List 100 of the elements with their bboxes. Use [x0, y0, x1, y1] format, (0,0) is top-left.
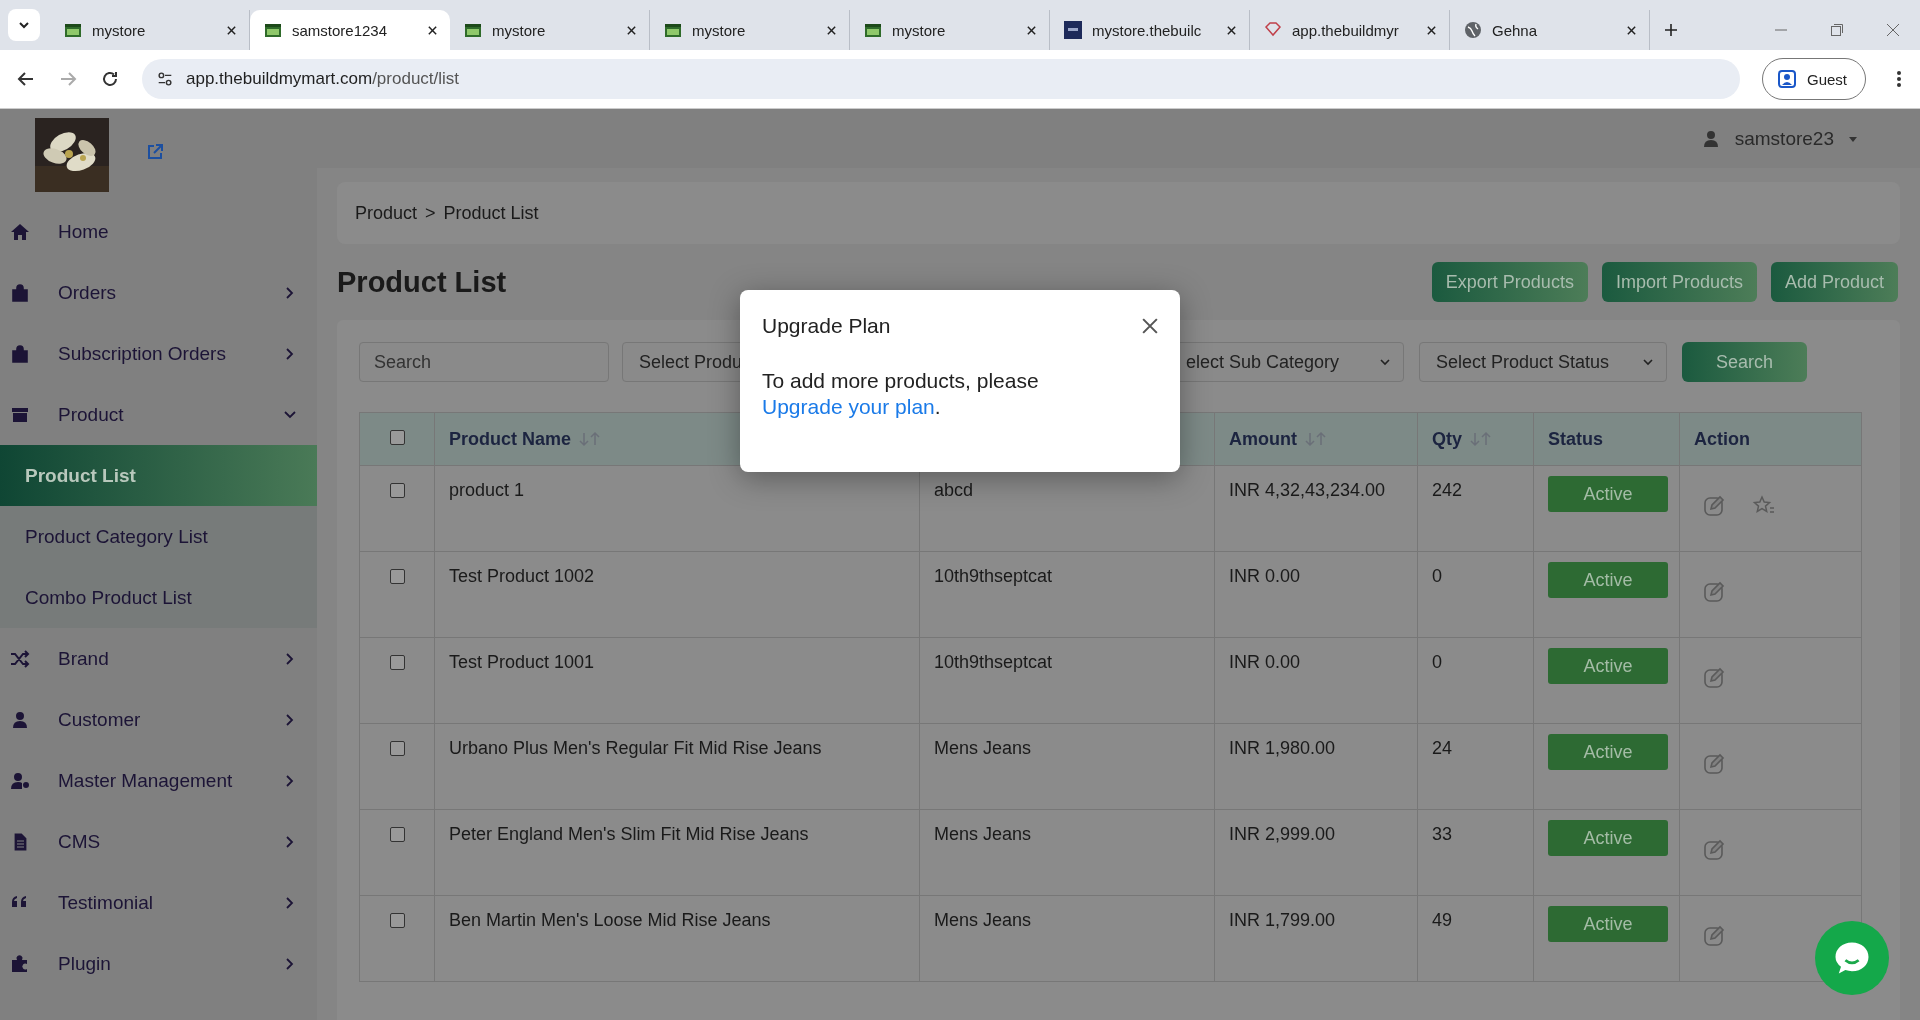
table-cell: Urbano Plus Men's Regular Fit Mid Rise Jeans	[449, 738, 822, 758]
row-checkbox[interactable]	[389, 827, 405, 842]
search-field[interactable]: Search	[359, 342, 609, 382]
sidebar-item[interactable]: CMS	[0, 811, 317, 872]
tab-search-button[interactable]	[8, 9, 40, 41]
table-cell: INR 1,980.00	[1229, 738, 1336, 758]
table-cell: product 1	[449, 480, 525, 500]
new-tab-icon[interactable]	[1664, 23, 1678, 37]
table-cell: 10th9thseptcat	[934, 652, 1053, 672]
column-header: Amount	[1229, 428, 1297, 450]
tab-title: mystore	[492, 21, 547, 39]
table-cell: Mens Jeans	[934, 824, 1032, 844]
column-header: Product Name	[449, 428, 572, 450]
table-cell: INR 1,799.00	[1229, 910, 1336, 930]
search-button[interactable]: Search	[1682, 342, 1807, 382]
sidebar-item[interactable]: Testimonial	[0, 872, 317, 933]
user-icon	[10, 709, 30, 730]
globe-icon	[1464, 21, 1482, 39]
column-header: Action	[1694, 428, 1750, 450]
status-button[interactable]: Active	[1548, 562, 1668, 598]
tab-title: app.thebuildmyr	[1292, 21, 1400, 39]
table-cell: 10th9thseptcat	[934, 566, 1053, 586]
row-checkbox[interactable]	[389, 655, 405, 670]
site-settings-icon[interactable]	[156, 70, 174, 88]
store-icon	[464, 21, 482, 39]
row-checkbox[interactable]	[389, 569, 405, 584]
close-icon[interactable]	[826, 24, 837, 36]
home-icon	[10, 221, 30, 242]
shuffle-icon	[10, 648, 30, 669]
row-checkbox[interactable]	[389, 913, 405, 928]
sidebar-item[interactable]: Customer	[0, 689, 317, 750]
user-menu[interactable]: samstore23	[1700, 127, 1858, 150]
person-icon	[1776, 69, 1797, 89]
upgrade-link[interactable]: Upgrade your plan	[762, 395, 935, 419]
address-field[interactable]: app.thebuildmymart.com/product/list	[142, 59, 1740, 99]
profile-button[interactable]: Guest	[1761, 58, 1866, 100]
gem-icon	[1264, 21, 1282, 39]
select-all-checkbox[interactable]	[389, 429, 405, 445]
close-icon[interactable]	[626, 24, 637, 36]
table-cell: 242	[1432, 480, 1463, 500]
sidebar-item[interactable]: Subscription Orders	[0, 323, 317, 384]
close-icon[interactable]	[1026, 24, 1037, 36]
breadcrumb-link[interactable]: Product	[355, 202, 418, 224]
close-icon[interactable]	[1226, 24, 1237, 36]
menu-icon[interactable]	[1896, 69, 1902, 89]
sidebar-item[interactable]: Master Management	[0, 750, 317, 811]
action-button[interactable]: Import Products	[1601, 262, 1757, 302]
column-header: Status	[1548, 428, 1603, 450]
usergear-icon	[10, 770, 30, 791]
logo-icon	[1064, 21, 1082, 39]
action-button[interactable]: Export Products	[1431, 262, 1588, 302]
status-button[interactable]: Active	[1548, 906, 1668, 942]
filter-select[interactable]: Select Product Status	[1419, 342, 1667, 382]
table-cell: INR 4,32,43,234.00	[1229, 480, 1386, 500]
table-cell: Ben Martin Men's Loose Mid Rise Jeans	[449, 910, 771, 930]
close-icon[interactable]	[1142, 318, 1158, 334]
table-cell: INR 0.00	[1229, 652, 1301, 672]
chevron-down-icon	[1642, 356, 1654, 368]
dialog-title: Upgrade Plan	[762, 314, 891, 338]
tab-title: mystore	[692, 21, 747, 39]
table-cell: abcd	[934, 480, 974, 500]
chevron-down-icon	[1379, 356, 1391, 368]
bag-icon	[10, 282, 30, 303]
close-icon[interactable]	[1426, 24, 1437, 36]
status-button[interactable]: Active	[1548, 648, 1668, 684]
breadcrumb-link[interactable]: Product List	[443, 202, 539, 224]
row-checkbox[interactable]	[389, 741, 405, 756]
sidebar-subitem[interactable]: Product Category List	[0, 506, 317, 567]
reload-icon[interactable]	[100, 69, 120, 89]
browser-tab[interactable]: samstore1234	[250, 10, 450, 50]
dialog-message: To add more products, please Upgrade your plan.	[762, 368, 1040, 421]
table-cell: INR 0.00	[1229, 566, 1301, 586]
close-icon[interactable]	[226, 24, 237, 36]
status-button[interactable]: Active	[1548, 734, 1668, 770]
sidebar-item[interactable]: Product	[0, 384, 317, 445]
breadcrumb-separator: >	[425, 202, 436, 224]
store-icon	[864, 21, 882, 39]
tab-title: Gehna	[1492, 21, 1539, 39]
sidebar-item[interactable]: Brand	[0, 628, 317, 689]
page-title: Product List	[337, 265, 507, 299]
table-cell: 49	[1432, 910, 1453, 930]
restore-icon[interactable]	[1830, 23, 1844, 37]
table-cell: 24	[1432, 738, 1453, 758]
puzzle-icon	[10, 953, 30, 974]
sidebar-subitem[interactable]: Combo Product List	[0, 567, 317, 628]
close-icon[interactable]	[1626, 24, 1637, 36]
sidebar-item[interactable]: Home	[0, 201, 317, 262]
table-cell: 0	[1432, 566, 1442, 586]
sidebar-subitem[interactable]: Product List	[0, 445, 317, 506]
action-button[interactable]: Add Product	[1770, 262, 1898, 302]
table-cell: Mens Jeans	[934, 738, 1032, 758]
sidebar-item[interactable]: Plugin	[0, 933, 317, 994]
table-cell: 33	[1432, 824, 1453, 844]
tab-title: mystore	[892, 21, 947, 39]
status-button[interactable]: Active	[1548, 476, 1668, 512]
close-icon[interactable]	[427, 24, 438, 36]
table-cell: Test Product 1001	[449, 652, 595, 672]
row-checkbox[interactable]	[389, 483, 405, 498]
sidebar-item[interactable]: Orders	[0, 262, 317, 323]
status-button[interactable]: Active	[1548, 820, 1668, 856]
